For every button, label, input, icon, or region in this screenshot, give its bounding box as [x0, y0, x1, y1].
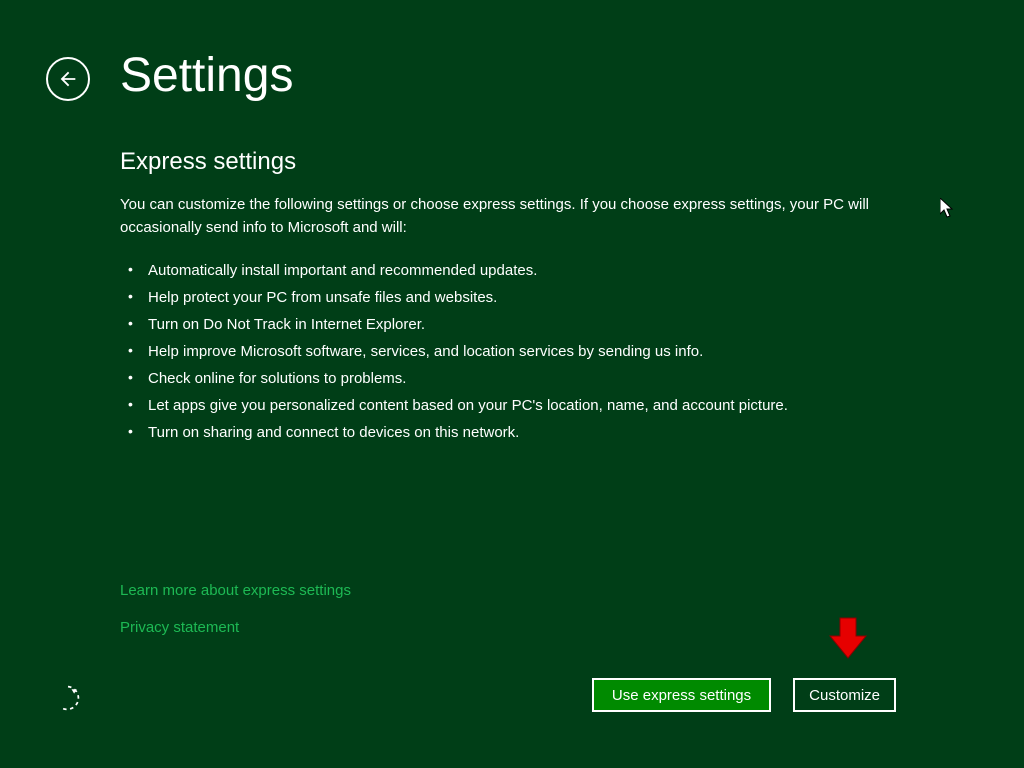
list-item: Turn on Do Not Track in Internet Explore… [128, 311, 904, 338]
header-bar: Settings [0, 0, 1024, 103]
list-item: Check online for solutions to problems. [128, 365, 904, 392]
button-row: Use express settings Customize [592, 678, 896, 712]
customize-button[interactable]: Customize [793, 678, 896, 712]
back-arrow-icon [57, 68, 79, 90]
use-express-settings-button[interactable]: Use express settings [592, 678, 771, 712]
privacy-link[interactable]: Privacy statement [120, 619, 351, 636]
page-title: Settings [120, 48, 293, 103]
section-subtitle: Express settings [120, 148, 904, 176]
links-block: Learn more about express settings Privac… [120, 582, 351, 656]
list-item: Let apps give you personalized content b… [128, 392, 904, 419]
red-arrow-annotation-icon [824, 614, 872, 662]
main-content: Express settings You can customize the f… [0, 103, 1024, 446]
back-button[interactable] [46, 57, 90, 101]
ease-of-access-icon[interactable] [54, 684, 82, 712]
list-item: Turn on sharing and connect to devices o… [128, 419, 904, 446]
list-item: Help improve Microsoft software, service… [128, 338, 904, 365]
learn-more-link[interactable]: Learn more about express settings [120, 582, 351, 599]
list-item: Help protect your PC from unsafe files a… [128, 284, 904, 311]
section-intro: You can customize the following settings… [120, 194, 880, 239]
bullet-list: Automatically install important and reco… [120, 257, 904, 446]
list-item: Automatically install important and reco… [128, 257, 904, 284]
